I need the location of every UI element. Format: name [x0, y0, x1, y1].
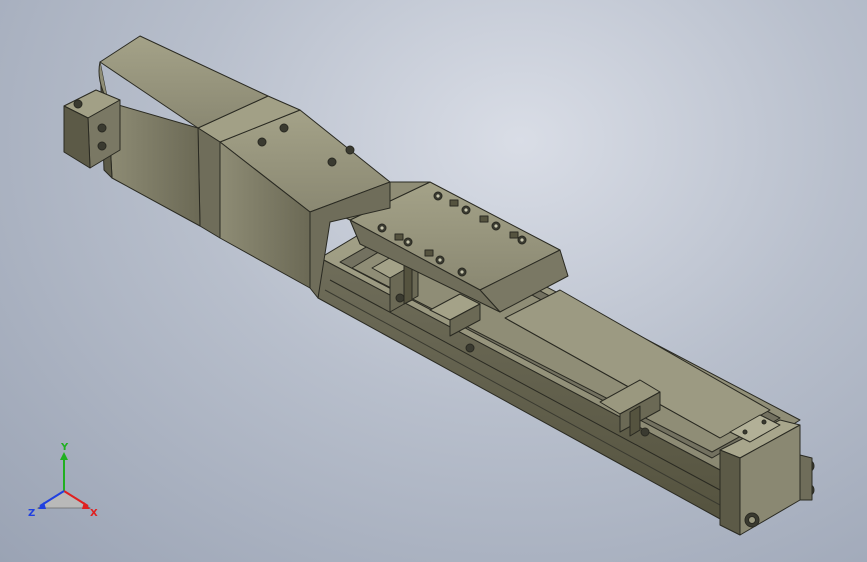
- adapter-flange-front: [197, 127, 221, 239]
- linear-actuator-model[interactable]: [0, 0, 867, 562]
- cad-viewport[interactable]: Y X Z: [0, 0, 867, 562]
- y-axis-arrowhead: [60, 452, 68, 460]
- end-cap-side: [719, 449, 741, 536]
- z-axis-label: Z: [28, 508, 35, 519]
- triad-base-plane: [36, 490, 92, 509]
- x-axis-label: X: [90, 508, 98, 519]
- y-axis-label: Y: [60, 442, 69, 453]
- coordinate-triad[interactable]: Y X Z: [24, 442, 104, 526]
